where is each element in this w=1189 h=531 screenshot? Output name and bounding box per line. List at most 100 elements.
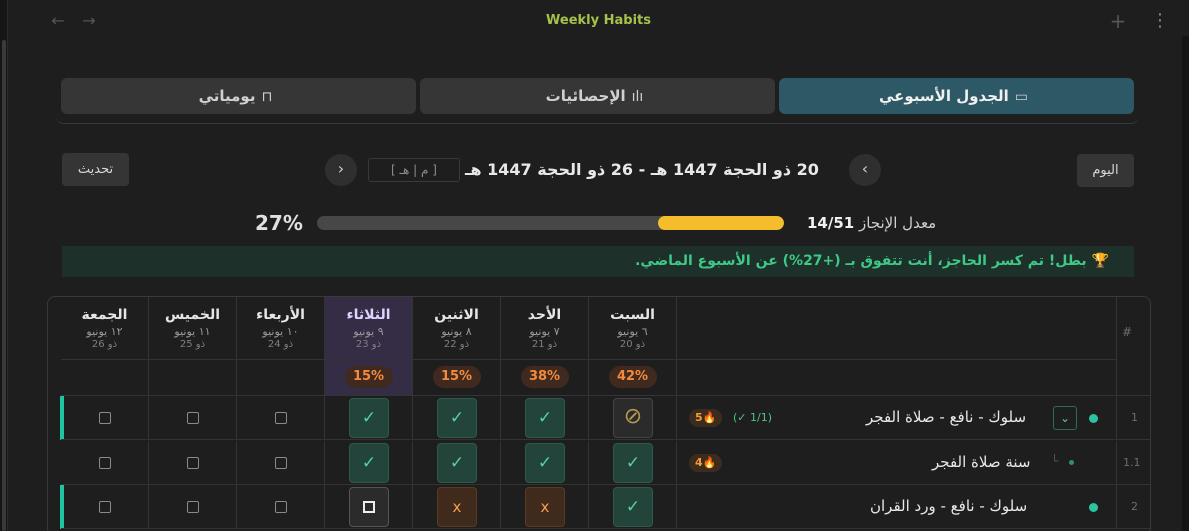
empty-checkbox[interactable] bbox=[99, 501, 111, 513]
calendar-icon: ▭ bbox=[1014, 89, 1029, 105]
tab-label: يومياتي bbox=[198, 87, 256, 105]
completion-percent: 27% bbox=[255, 211, 303, 235]
date-range: 20 ذو الحجة 1447 هـ - 26 ذو الحجة 1447 ه… bbox=[465, 160, 819, 179]
day-hijri-date: 23 ذو bbox=[355, 339, 382, 350]
habit-name-header bbox=[677, 297, 1117, 360]
row-number: 1.1 bbox=[1123, 456, 1141, 469]
empty-checkbox[interactable] bbox=[275, 412, 287, 424]
habit-color-dot bbox=[1089, 503, 1098, 512]
done-checkbox[interactable]: ✓ bbox=[437, 443, 477, 483]
day-gregorian-date: ١١ يونيو bbox=[174, 325, 211, 338]
row-number-column-header bbox=[1117, 297, 1150, 396]
day-hijri-date: 22 ذو bbox=[443, 339, 470, 350]
done-checkbox[interactable]: ✓ bbox=[525, 398, 565, 438]
done-checkbox[interactable]: ✓ bbox=[613, 443, 653, 483]
day-name: الأحد bbox=[527, 307, 562, 323]
refresh-button[interactable]: تحديث bbox=[62, 153, 129, 186]
more-options-icon[interactable]: ⋮ bbox=[1149, 10, 1171, 32]
day-percent-cell: 38% bbox=[501, 360, 589, 396]
done-checkbox[interactable]: ✓ bbox=[613, 487, 653, 527]
day-hijri-date: 24 ذو bbox=[267, 339, 294, 350]
day-percent-cell bbox=[237, 360, 325, 396]
day-gregorian-date: ٨ يونيو bbox=[441, 325, 472, 338]
new-tab-icon[interactable]: + bbox=[1107, 10, 1129, 32]
day-header-5: الخميس ١١ يونيو 25 ذو bbox=[149, 297, 237, 360]
day-percent-badge: 42% bbox=[608, 366, 657, 388]
pending-checkbox[interactable] bbox=[349, 487, 389, 527]
day-name: الاثنين bbox=[434, 307, 479, 323]
completion-label-text: معدل الإنجاز bbox=[859, 214, 937, 232]
day-hijri-date: 20 ذو bbox=[619, 339, 646, 350]
miss-checkbox[interactable]: x bbox=[437, 487, 477, 527]
expand-toggle-icon[interactable]: ⌄ bbox=[1053, 406, 1077, 430]
tree-connector-icon: └ bbox=[1051, 454, 1059, 468]
day-name: الثلاثاء bbox=[346, 307, 391, 323]
subhabit-dot bbox=[1069, 460, 1074, 465]
empty-checkbox[interactable] bbox=[187, 412, 199, 424]
day-header-2: الاثنين ٨ يونيو 22 ذو bbox=[413, 297, 501, 360]
day-name: الخميس bbox=[164, 307, 221, 323]
streak-badge: 4🔥 bbox=[689, 454, 723, 472]
day-percent-badge: 15% bbox=[432, 366, 481, 388]
done-checkbox[interactable]: ✓ bbox=[437, 398, 477, 438]
day-hijri-date: 21 ذو bbox=[531, 339, 558, 350]
empty-checkbox[interactable] bbox=[275, 501, 287, 513]
empty-checkbox[interactable] bbox=[187, 501, 199, 513]
left-scrollbar[interactable] bbox=[2, 40, 6, 531]
window-title: Weekly Habits bbox=[546, 13, 651, 28]
prev-week-button[interactable]: ‹ bbox=[849, 154, 881, 186]
empty-checkbox[interactable] bbox=[187, 457, 199, 469]
day-name: السبت bbox=[610, 307, 655, 323]
day-name: الجمعة bbox=[81, 307, 128, 323]
completion-progress-fill bbox=[657, 216, 784, 230]
habit-name[interactable]: سلوك - نافع - ورد القران bbox=[870, 497, 1027, 515]
next-week-button[interactable]: › bbox=[325, 154, 357, 186]
day-gregorian-date: ١٢ يونيو bbox=[86, 325, 123, 338]
today-button[interactable]: اليوم bbox=[1077, 154, 1134, 187]
pending-box-icon bbox=[363, 501, 375, 513]
habit-name[interactable]: سلوك - نافع - صلاة الفجر bbox=[866, 408, 1026, 426]
habit-color-dot bbox=[1089, 414, 1098, 423]
day-percent-badge: 15% bbox=[344, 366, 393, 388]
subhabit-count: (✓ 1/1) bbox=[733, 411, 772, 424]
right-panel-edge bbox=[1182, 36, 1189, 531]
done-checkbox[interactable]: ✓ bbox=[349, 398, 389, 438]
day-header-3: الثلاثاء ٩ يونيو 23 ذو bbox=[325, 297, 413, 360]
day-percent-cell: 15% bbox=[325, 360, 413, 396]
day-header-6: الجمعة ١٢ يونيو 26 ذو bbox=[61, 297, 149, 360]
day-header-4: الأربعاء ١٠ يونيو 24 ذو bbox=[237, 297, 325, 360]
completion-count: 14/51 bbox=[807, 214, 855, 232]
day-header-1: الأحد ٧ يونيو 21 ذو bbox=[501, 297, 589, 360]
tab-journal[interactable]: يومياتي ⊓ bbox=[61, 78, 416, 114]
left-panel-edge bbox=[0, 0, 8, 531]
calendar-mode-toggle[interactable]: [ م | هـ ] bbox=[368, 158, 460, 182]
empty-checkbox[interactable] bbox=[99, 457, 111, 469]
book-icon: ⊓ bbox=[261, 89, 273, 105]
streak-badge: 5🔥 bbox=[689, 409, 723, 427]
habit-name-subheader bbox=[677, 360, 1117, 396]
miss-checkbox[interactable]: x bbox=[525, 487, 565, 527]
title-bar: ← → Weekly Habits + ⋮ bbox=[8, 0, 1189, 44]
completion-progress-bar bbox=[317, 216, 784, 230]
done-checkbox[interactable]: ✓ bbox=[349, 443, 389, 483]
tab-label: الإحصائيات bbox=[545, 87, 626, 105]
day-gregorian-date: ٦ يونيو bbox=[617, 325, 648, 338]
day-name: الأربعاء bbox=[256, 307, 305, 323]
row-number: 1 bbox=[1131, 411, 1138, 424]
day-gregorian-date: ٧ يونيو bbox=[529, 325, 560, 338]
empty-checkbox[interactable] bbox=[275, 457, 287, 469]
view-tabs: الجدول الأسبوعي ▭ الإحصائيات ılı يومياتي ⊓ bbox=[56, 74, 1139, 124]
tab-label: الجدول الأسبوعي bbox=[878, 87, 1009, 105]
empty-checkbox[interactable] bbox=[99, 412, 111, 424]
day-percent-cell: 15% bbox=[413, 360, 501, 396]
day-gregorian-date: ٩ يونيو bbox=[353, 325, 384, 338]
skip-checkbox[interactable]: ⊘ bbox=[613, 398, 653, 438]
tab-weekly-schedule[interactable]: الجدول الأسبوعي ▭ bbox=[779, 78, 1134, 114]
done-checkbox[interactable]: ✓ bbox=[525, 443, 565, 483]
tab-statistics[interactable]: الإحصائيات ılı bbox=[420, 78, 775, 114]
habit-name[interactable]: سنة صلاة الفجر bbox=[932, 453, 1031, 471]
day-percent-badge: 38% bbox=[520, 366, 569, 388]
achievement-banner: 🏆 بطل! تم كسر الحاجز، أنت تتفوق بـ (+27%… bbox=[62, 246, 1134, 277]
day-hijri-date: 26 ذو bbox=[91, 339, 118, 350]
day-percent-cell bbox=[149, 360, 237, 396]
